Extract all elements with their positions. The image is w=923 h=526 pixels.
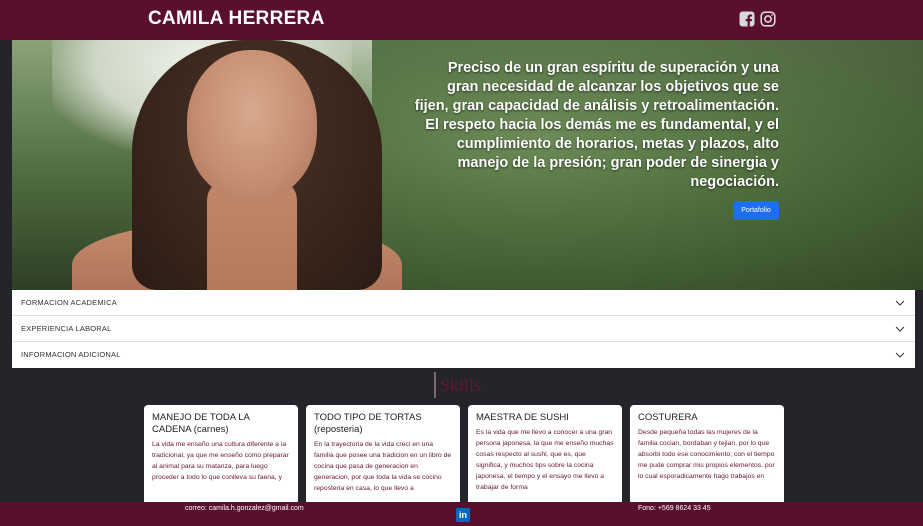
accordion-item-formacion-academica[interactable]: FORMACION ACADEMICA	[12, 290, 915, 316]
footer-email[interactable]: correo: camila.h.gonzalez@gmail.com	[185, 505, 304, 512]
chevron-down-icon[interactable]	[895, 350, 905, 360]
instagram-icon[interactable]	[760, 11, 776, 27]
footer: correo: camila.h.gonzalez@gmail.com in F…	[0, 502, 923, 526]
accordion-item-experiencia-laboral[interactable]: EXPERIENCIA LABORAL	[12, 316, 915, 342]
chevron-down-icon[interactable]	[895, 324, 905, 334]
skills-heading: Skills	[434, 372, 481, 398]
skill-card-title: MAESTRA DE SUSHI	[476, 412, 569, 423]
skill-card: MAESTRA DE SUSHI Es la vida que me llevo…	[468, 405, 622, 505]
skill-card-title: TODO TIPO DE TORTAS (reposteria)	[314, 412, 422, 435]
skill-card: COSTURERA Desde pequeña todas las mujere…	[630, 405, 784, 505]
skill-card-text: La vida me enseño una cultura diferente …	[152, 441, 289, 481]
portfolio-button[interactable]: Portafolio	[733, 201, 779, 220]
skill-card-text: Desde pequeña todas las mujeres de la fa…	[638, 429, 775, 480]
skill-card: TODO TIPO DE TORTAS (reposteria) En la t…	[306, 405, 460, 505]
portrait-face	[187, 50, 317, 200]
footer-phone: Fono: +569 8624 33 45	[638, 505, 711, 512]
hero-banner: Preciso de un gran espíritu de superació…	[12, 40, 923, 290]
skill-card-text: Es la vida que me llevo a conocer a una …	[476, 429, 614, 491]
linkedin-icon[interactable]: in	[456, 508, 470, 522]
accordion-label: FORMACION ACADEMICA	[21, 298, 117, 307]
brand-name[interactable]: CAMILA HERRERA	[148, 8, 325, 30]
top-navbar: CAMILA HERRERA	[0, 0, 923, 40]
accordion: FORMACION ACADEMICA EXPERIENCIA LABORAL …	[12, 290, 915, 368]
skill-card-title: MANEJO DE TODA LA CADENA (carnes)	[152, 412, 250, 435]
facebook-icon[interactable]	[739, 11, 755, 27]
accordion-item-informacion-adicional[interactable]: INFORMACION ADICIONAL	[12, 342, 915, 368]
accordion-label: INFORMACION ADICIONAL	[21, 350, 121, 359]
skill-card-text: En la trayectoria de la vida creci en un…	[314, 441, 452, 492]
skill-card-title: COSTURERA	[638, 412, 698, 423]
skill-card: MANEJO DE TODA LA CADENA (carnes) La vid…	[144, 405, 298, 505]
hero-description: Preciso de un gran espíritu de superació…	[414, 60, 779, 190]
chevron-down-icon[interactable]	[895, 298, 905, 308]
accordion-label: EXPERIENCIA LABORAL	[21, 324, 112, 333]
